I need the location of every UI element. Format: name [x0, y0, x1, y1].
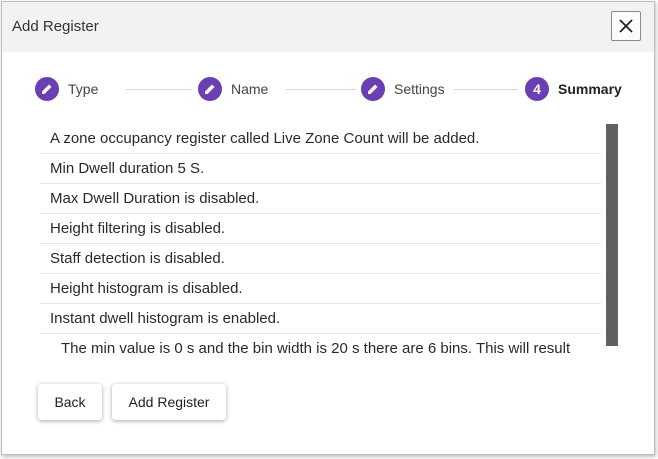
summary-line: Min Dwell duration 5 S.: [40, 154, 601, 184]
summary-line: A zone occupancy register called Live Zo…: [40, 124, 601, 154]
step-summary[interactable]: 4 Summary: [525, 77, 622, 101]
dialog-title-bar: Add Register: [2, 2, 654, 52]
step-settings[interactable]: Settings: [361, 77, 445, 101]
summary-list: A zone occupancy register called Live Zo…: [40, 124, 601, 360]
close-icon: [619, 19, 633, 33]
step-type[interactable]: Type: [35, 77, 98, 101]
scrollbar[interactable]: [606, 124, 618, 346]
step-label: Name: [231, 81, 269, 97]
step-connector: [286, 89, 356, 90]
step-label: Summary: [558, 81, 622, 97]
summary-line: Height histogram is disabled.: [40, 274, 601, 304]
back-button[interactable]: Back: [38, 384, 102, 420]
close-button[interactable]: [611, 11, 641, 41]
summary-line: Staff detection is disabled.: [40, 244, 601, 274]
pencil-icon: [35, 77, 59, 101]
summary-line: Instant dwell histogram is enabled.: [40, 304, 601, 334]
step-label: Settings: [394, 81, 445, 97]
pencil-icon: [361, 77, 385, 101]
histogram-detail: The min value is 0 s and the bin width i…: [61, 340, 571, 357]
step-number: 4: [525, 77, 549, 101]
step-name[interactable]: Name: [198, 77, 268, 101]
summary-line: Height filtering is disabled.: [40, 214, 601, 244]
pencil-icon: [198, 77, 222, 101]
stepper: Type Name Settings 4 Summary: [2, 74, 654, 104]
step-connector: [454, 89, 518, 90]
summary-line: Max Dwell Duration is disabled.: [40, 184, 601, 214]
add-register-dialog: Add Register Type Name Settings 4 Summar…: [1, 1, 655, 455]
add-register-button[interactable]: Add Register: [112, 384, 226, 420]
step-connector: [126, 89, 192, 90]
dialog-title: Add Register: [12, 18, 99, 35]
step-label: Type: [68, 81, 99, 97]
